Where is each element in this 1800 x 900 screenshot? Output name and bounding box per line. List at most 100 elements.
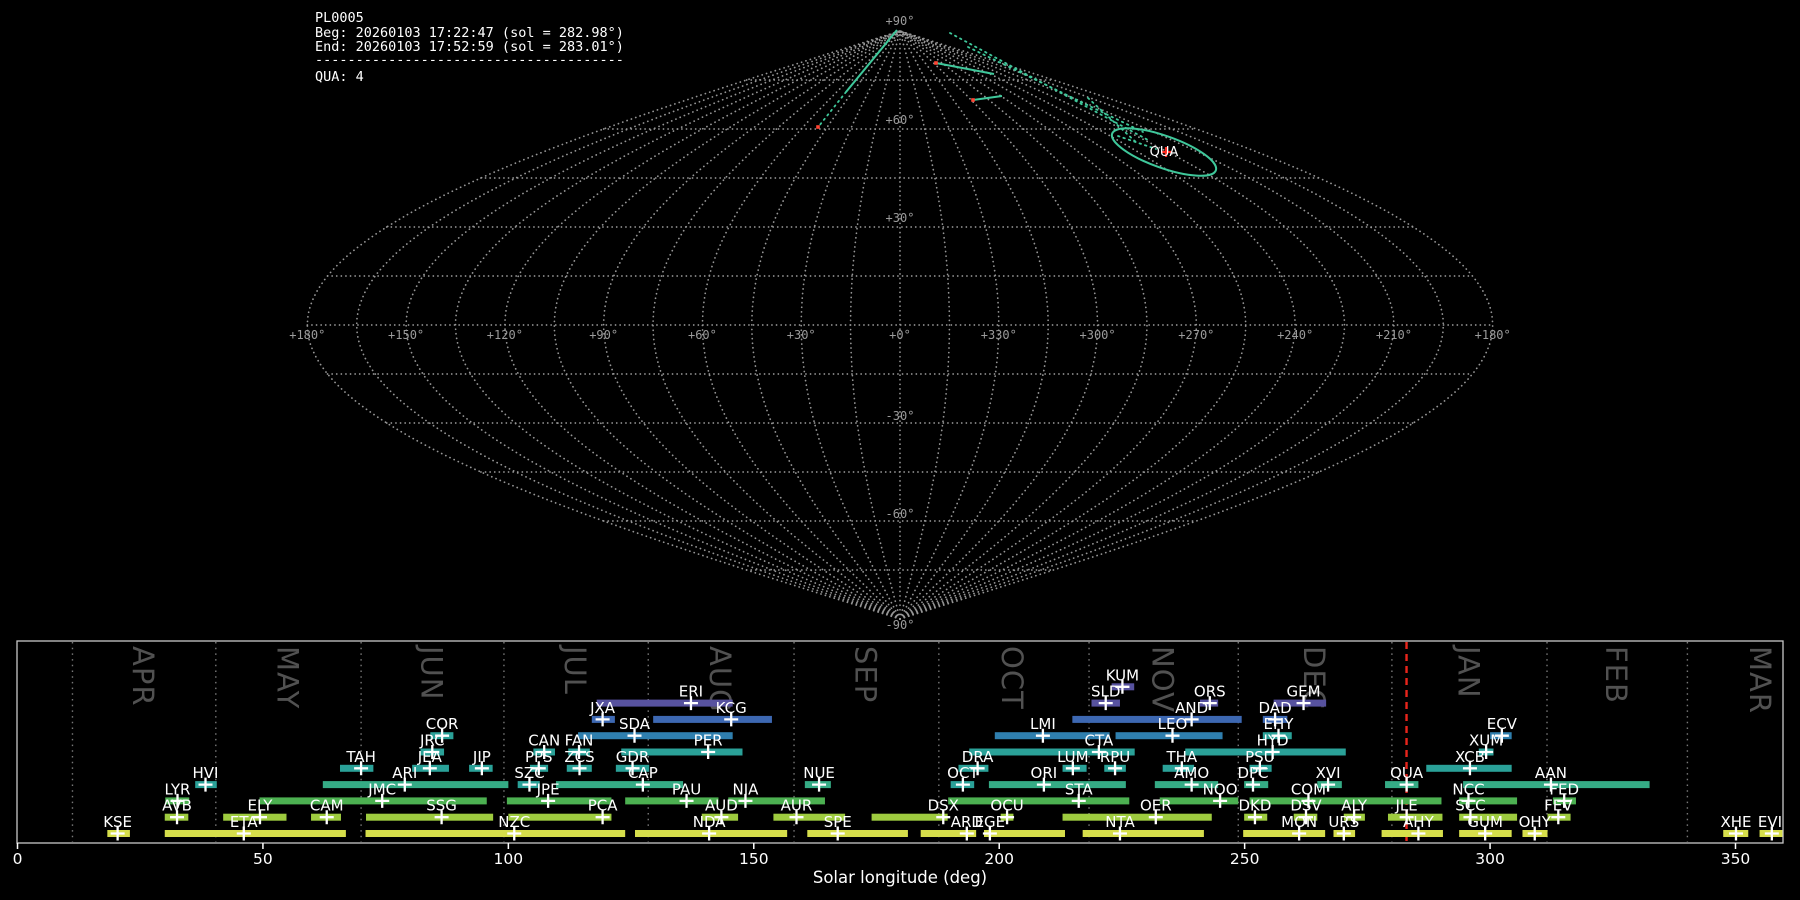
shower-label: SLD (1091, 683, 1120, 701)
shower-label: AHY (1403, 813, 1435, 831)
x-tick-label: 200 (984, 850, 1014, 868)
shower-label: CAM (310, 797, 344, 815)
trail-endpoint (934, 61, 938, 65)
map-longitude-label: +120° (487, 328, 523, 342)
meteor-trail (972, 95, 1003, 101)
shower-label: NZC (498, 813, 530, 831)
month-label: SEP (849, 646, 883, 703)
shower-label: TAH (345, 748, 376, 766)
shower-label: LEO (1158, 715, 1188, 733)
shower-label: ALY (1341, 797, 1368, 815)
shower-label: GDR (616, 748, 650, 766)
shower-bar (1082, 830, 1204, 837)
shower-label: JMC (367, 780, 396, 798)
shower-bar (1243, 830, 1326, 837)
shower-label: COR (426, 715, 459, 733)
shower-bar (807, 830, 908, 837)
x-tick-label: 50 (253, 850, 273, 868)
shower-label: ETA (230, 813, 258, 831)
shower-label: JRC (419, 732, 445, 750)
map-longitude-label: +180° (1475, 328, 1511, 342)
info-header: PL0005 Beg: 20260103 17:22:47 (sol = 282… (315, 10, 624, 85)
map-longitude-label: +210° (1376, 328, 1412, 342)
shower-label: SPE (824, 813, 852, 831)
shower-label: RPU (1100, 748, 1130, 766)
map-longitude-label: +90° (589, 328, 618, 342)
shower-label: NTA (1105, 813, 1135, 831)
separator-line: -------------------------------------- (315, 52, 624, 68)
shower-label: DAD (1259, 699, 1292, 717)
map-latitude-label: +90° (886, 14, 915, 28)
meteor-trail-dotted (967, 46, 1144, 133)
shower-label: GEM (1287, 683, 1321, 701)
shower-label: GUM (1467, 813, 1503, 831)
x-tick-label: 100 (494, 850, 524, 868)
map-latitude-label: -90° (886, 618, 915, 632)
map-latitude-label: -30° (886, 409, 915, 423)
map-longitude-label: +0° (889, 328, 911, 342)
shower-bar (948, 797, 1130, 805)
month-label: APR (126, 646, 160, 706)
shower-bar (988, 781, 1126, 789)
map-latitude-label: -60° (886, 507, 915, 521)
shower-label: THA (1165, 748, 1197, 766)
shower-label: OHY (1519, 813, 1552, 831)
map-longitude-label: +30° (787, 328, 816, 342)
shower-label: AUR (781, 797, 813, 815)
shower-label: ECV (1487, 715, 1518, 733)
shower-label: AMO (1174, 764, 1209, 782)
map-longitude-label: +300° (1080, 328, 1116, 342)
map-latitude-label: +60° (886, 113, 915, 127)
shower-label: JEA (417, 748, 443, 766)
shower-label: PCA (588, 797, 619, 815)
shower-label: ERI (679, 683, 703, 701)
shower-label: HYD (1257, 732, 1289, 750)
shower-label: AAN (1535, 764, 1567, 782)
shower-label: JXA (589, 699, 616, 717)
shower-label: COM (1291, 780, 1326, 798)
month-label: JUN (414, 644, 448, 700)
shower-label: DRA (962, 748, 994, 766)
shower-label: PSU (1245, 748, 1275, 766)
shower-label: JIP (472, 748, 491, 766)
shower-label: FEV (1544, 797, 1573, 815)
shower-label: NOO (1203, 780, 1238, 798)
radiant-label: QUA (1150, 145, 1179, 160)
shower-label: STA (1065, 780, 1094, 798)
shower-label: SDA (619, 715, 651, 733)
shower-label: FED (1549, 780, 1579, 798)
shower-label: HVI (193, 764, 219, 782)
shower-label: ARI (392, 764, 417, 782)
shower-label: SZC (514, 764, 544, 782)
shower-label: EVI (1758, 813, 1782, 831)
shower-bar (653, 715, 772, 723)
shower-label: KCG (716, 699, 747, 717)
month-label: FEB (1599, 646, 1633, 704)
shower-label: OCU (990, 797, 1023, 815)
x-tick-label: 0 (13, 850, 23, 868)
shower-label: DSX (928, 797, 959, 815)
shower-bar (555, 781, 684, 789)
activity-timeline: APR MAY JUN JUL AUG SEP OCT NOV DEC JAN FEB MARKSE E… (13, 640, 1784, 868)
shower-bar (366, 813, 494, 821)
figure-canvas: +180° +150° +120° +90° +60° +30° +0° +330° +300°… (13, 10, 1784, 887)
shower-label: ZCS (564, 748, 594, 766)
plate-id: PL0005 (315, 10, 364, 26)
shower-label: CTA (1084, 732, 1113, 750)
shower-label: NUE (803, 764, 835, 782)
radiant-annotation: QUA (1150, 145, 1179, 160)
shower-label: LUM (1057, 748, 1089, 766)
shower-label: SCC (1455, 797, 1485, 815)
shower-label: EHY (1264, 715, 1295, 733)
shower-label: NCC (1452, 780, 1484, 798)
x-tick-label: 250 (1230, 850, 1260, 868)
x-tick-label: 350 (1721, 850, 1751, 868)
map-longitude-label: +330° (981, 328, 1017, 342)
x-axis-label: Solar longitude (deg) (813, 868, 987, 887)
shower-label: AVB (162, 797, 192, 815)
month-label: OCT (995, 646, 1029, 710)
x-tick-label: 150 (739, 850, 769, 868)
shower-label: CAP (628, 764, 658, 782)
shower-label: JPE (536, 780, 560, 798)
month-label: JUL (558, 644, 592, 695)
